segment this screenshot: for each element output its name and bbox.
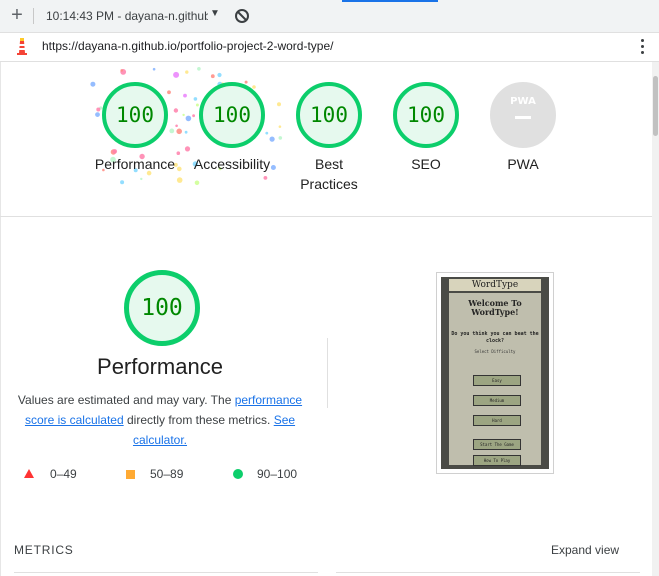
- performance-description: Values are estimated and may vary. The p…: [10, 390, 310, 450]
- lighthouse-icon: [17, 38, 27, 55]
- gauge-performance[interactable]: 100 Performance: [95, 82, 175, 172]
- address-bar: https://dayana-n.github.io/portfolio-pro…: [0, 33, 659, 62]
- gauge-label: Accessibility: [193, 156, 271, 172]
- screenshot-button-howto: How To Play: [473, 455, 521, 466]
- gauge-score: 100: [296, 82, 362, 148]
- gauge-label: PWA: [507, 156, 539, 172]
- pass-circle-icon: [233, 469, 243, 479]
- gauge-score: 100: [102, 82, 168, 148]
- screenshot-button-hard: Hard: [473, 415, 521, 426]
- legend-poor: 0–49: [50, 467, 77, 481]
- tab-separator: [33, 8, 34, 24]
- desc-text-2: directly from these metrics.: [123, 413, 274, 427]
- screenshot-button-medium: Medium: [473, 395, 521, 406]
- average-square-icon: [126, 470, 135, 479]
- scrollbar-thumb[interactable]: [653, 76, 658, 136]
- metric-divider: [336, 572, 640, 573]
- screenshot-header: WordType: [449, 279, 541, 291]
- pwa-badge-icon: PWA: [490, 82, 556, 148]
- final-screenshot[interactable]: WordType Welcome To WordType! Do you thi…: [436, 272, 554, 474]
- gauge-label: Best Practices: [300, 156, 358, 192]
- screenshot-welcome: Welcome To WordType!: [468, 298, 522, 317]
- tab-dropdown-icon[interactable]: ▼: [210, 8, 220, 19]
- gauge-score: 100: [393, 82, 459, 148]
- url-text[interactable]: https://dayana-n.github.io/portfolio-pro…: [42, 39, 334, 53]
- stop-icon[interactable]: [235, 9, 249, 23]
- metric-divider: [14, 572, 318, 573]
- gauge-pwa[interactable]: PWA PWA: [490, 82, 556, 172]
- legend-good: 90–100: [257, 467, 298, 481]
- scrollbar[interactable]: [652, 62, 659, 576]
- desc-text-1: Values are estimated and may vary. The: [17, 393, 235, 407]
- screenshot-button-start: Start The Game: [473, 439, 521, 450]
- gauge-seo[interactable]: 100 SEO: [393, 82, 459, 172]
- screenshot-question: Do you think you can beat the clock?: [451, 331, 539, 344]
- pwa-badge-text: PWA: [510, 96, 536, 107]
- legend-average: 50–89: [150, 467, 184, 481]
- more-menu-icon[interactable]: [641, 39, 645, 57]
- screenshot-card: Welcome To WordType! Do you think you ca…: [449, 293, 541, 466]
- tab-title[interactable]: 10:14:43 PM - dayana-n.github: [46, 9, 208, 23]
- browser-tab-bar: + 10:14:43 PM - dayana-n.github ▼: [0, 0, 659, 33]
- fail-triangle-icon: [24, 469, 34, 478]
- new-tab-icon[interactable]: +: [8, 5, 26, 25]
- expand-view-button[interactable]: Expand view: [551, 543, 619, 557]
- metrics-heading: METRICS: [14, 543, 74, 557]
- gauge-best-practices[interactable]: 100 Best Practices: [296, 82, 362, 192]
- gauge-score: 100: [199, 82, 265, 148]
- section-divider: [0, 216, 652, 217]
- screenshot-button-easy: Easy: [473, 375, 521, 386]
- active-tab-indicator: [342, 0, 438, 2]
- vertical-divider: [327, 338, 328, 408]
- screenshot-image: WordType Welcome To WordType! Do you thi…: [441, 277, 549, 469]
- gauge-accessibility[interactable]: 100 Accessibility: [194, 82, 270, 172]
- screenshot-select: Select Difficulty: [474, 349, 516, 354]
- pwa-badge-bar: [515, 116, 531, 119]
- performance-score: 100: [124, 270, 200, 346]
- performance-title: Performance: [97, 354, 223, 379]
